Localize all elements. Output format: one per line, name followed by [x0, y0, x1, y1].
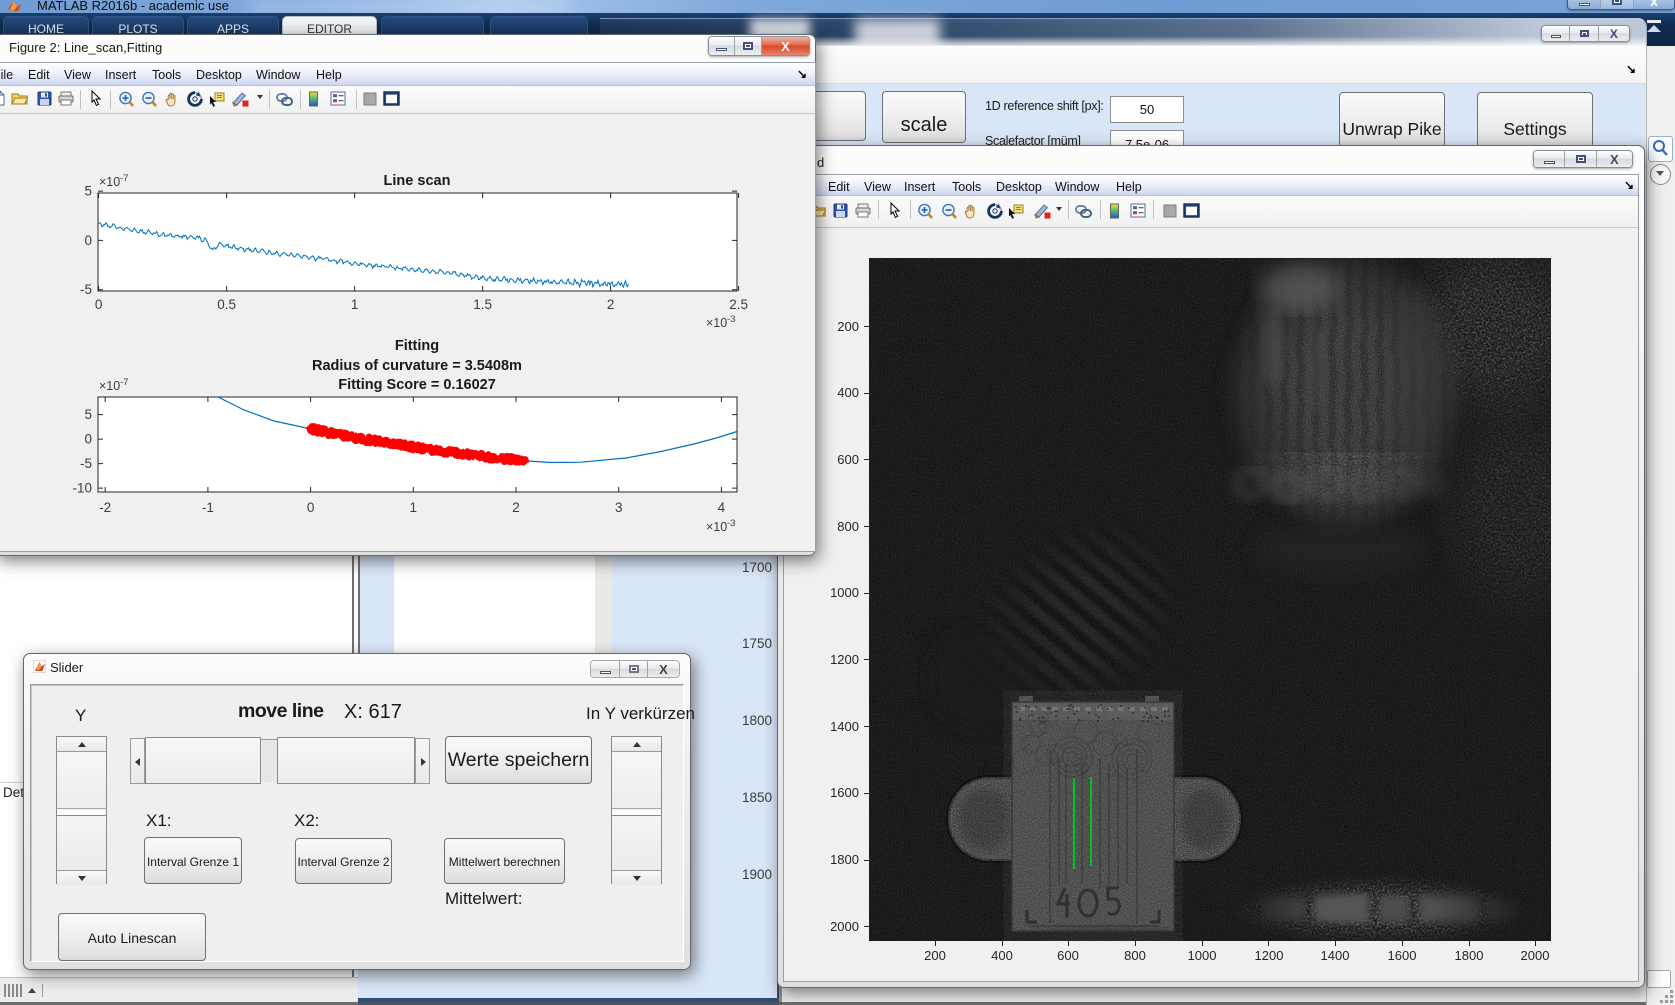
svg-text:Fitting Score = 0.16027: Fitting Score = 0.16027 [338, 377, 496, 393]
svg-text:-2: -2 [99, 500, 111, 515]
svg-text:-7: -7 [120, 377, 128, 388]
svg-text:×10: ×10 [706, 520, 727, 534]
svg-text:Fitting: Fitting [395, 338, 439, 354]
svg-text:0: 0 [84, 233, 92, 248]
svg-text:1.5: 1.5 [473, 297, 492, 312]
svg-text:-5: -5 [80, 456, 92, 471]
svg-text:×10: ×10 [706, 316, 727, 330]
svg-text:0: 0 [84, 432, 92, 447]
svg-text:×10: ×10 [99, 379, 120, 393]
svg-text:1: 1 [410, 500, 418, 515]
svg-text:5: 5 [84, 184, 92, 199]
svg-text:-7: -7 [120, 173, 128, 184]
svg-text:-3: -3 [727, 314, 735, 325]
svg-text:Radius of curvature = 3.5408m: Radius of curvature = 3.5408m [312, 358, 522, 374]
svg-text:0: 0 [95, 297, 103, 312]
svg-text:-1: -1 [202, 500, 214, 515]
svg-text:×10: ×10 [99, 175, 120, 189]
svg-text:0.5: 0.5 [217, 297, 236, 312]
svg-text:-5: -5 [80, 282, 92, 297]
svg-text:2: 2 [512, 500, 520, 515]
svg-text:-10: -10 [72, 481, 92, 496]
svg-text:-3: -3 [727, 518, 735, 529]
svg-text:3: 3 [615, 500, 623, 515]
svg-text:4: 4 [718, 500, 726, 515]
svg-text:2.5: 2.5 [729, 297, 748, 312]
svg-text:2: 2 [607, 297, 615, 312]
svg-text:0: 0 [307, 500, 315, 515]
svg-text:1: 1 [351, 297, 359, 312]
svg-text:Line scan: Line scan [384, 173, 451, 189]
svg-text:5: 5 [84, 407, 92, 422]
